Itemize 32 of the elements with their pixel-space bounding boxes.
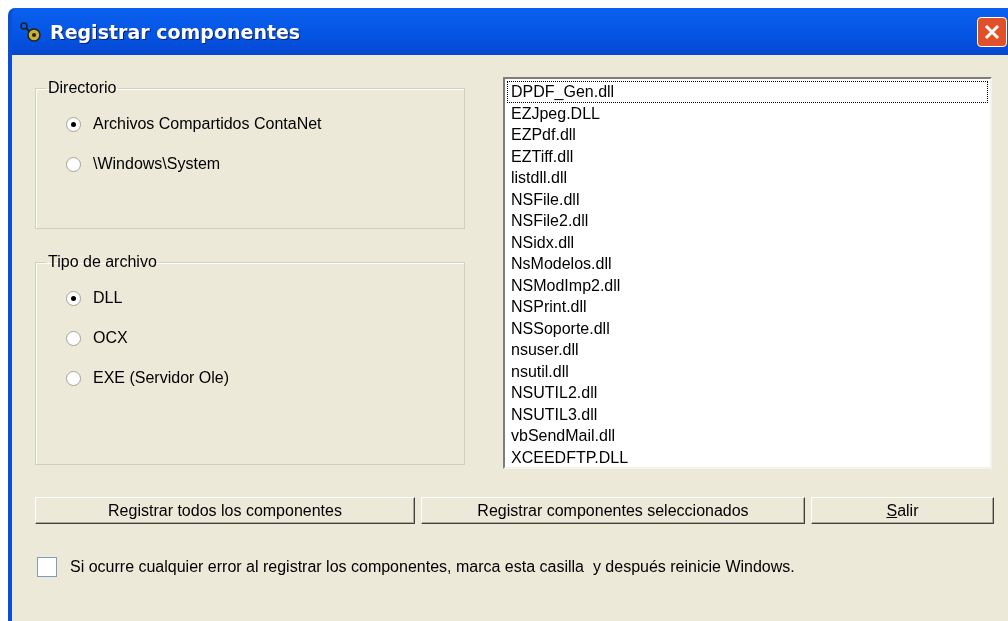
action-button[interactable]: Registrar componentes seleccionados <box>421 497 805 524</box>
list-item[interactable]: nsuser.dll <box>507 339 988 361</box>
list-item[interactable]: XCEEDFTP.DLL <box>507 446 988 468</box>
list-item[interactable]: NSidx.dll <box>507 231 988 253</box>
radio-label: OCX <box>93 329 128 347</box>
radio-option[interactable]: \Windows\System <box>66 155 221 173</box>
list-item[interactable]: EZPdf.dll <box>507 124 988 146</box>
list-item[interactable]: NSModImp2.dll <box>507 274 988 296</box>
list-item[interactable]: NSFile.dll <box>507 188 988 210</box>
list-item[interactable]: NsModelos.dll <box>507 253 988 275</box>
list-item[interactable]: NSUTIL2.dll <box>507 382 988 404</box>
radio-label: DLL <box>93 289 123 307</box>
list-item[interactable]: DPDF_Gen.dll <box>507 81 988 103</box>
list-item[interactable]: NSSoporte.dll <box>507 317 988 339</box>
action-button[interactable]: Salir <box>811 497 994 524</box>
radio-label: \Windows\System <box>93 155 221 173</box>
radio-option[interactable]: EXE (Servidor Ole) <box>66 369 230 387</box>
action-button[interactable]: Registrar todos los componentes <box>35 497 415 524</box>
radio-label: EXE (Servidor Ole) <box>93 369 230 387</box>
list-item[interactable]: EZTiff.dll <box>507 145 988 167</box>
group-label: Tipo de archivo <box>47 253 158 271</box>
list-item[interactable]: NSPrint.dll <box>507 296 988 318</box>
list-item[interactable]: NSFile2.dll <box>507 210 988 232</box>
window-title: Registrar componentes <box>50 20 302 43</box>
list-item[interactable]: EZJpeg.DLL <box>507 102 988 124</box>
list-item[interactable]: vbSendMail.dll <box>507 425 988 447</box>
radio-option[interactable]: OCX <box>66 329 128 347</box>
radio-option[interactable]: DLL <box>66 289 123 307</box>
list-item[interactable]: NSUTIL3.dll <box>507 403 988 425</box>
list-item[interactable]: listdll.dll <box>507 167 988 189</box>
list-item[interactable]: nsutil.dll <box>507 360 988 382</box>
group-label: Directorio <box>47 79 118 97</box>
